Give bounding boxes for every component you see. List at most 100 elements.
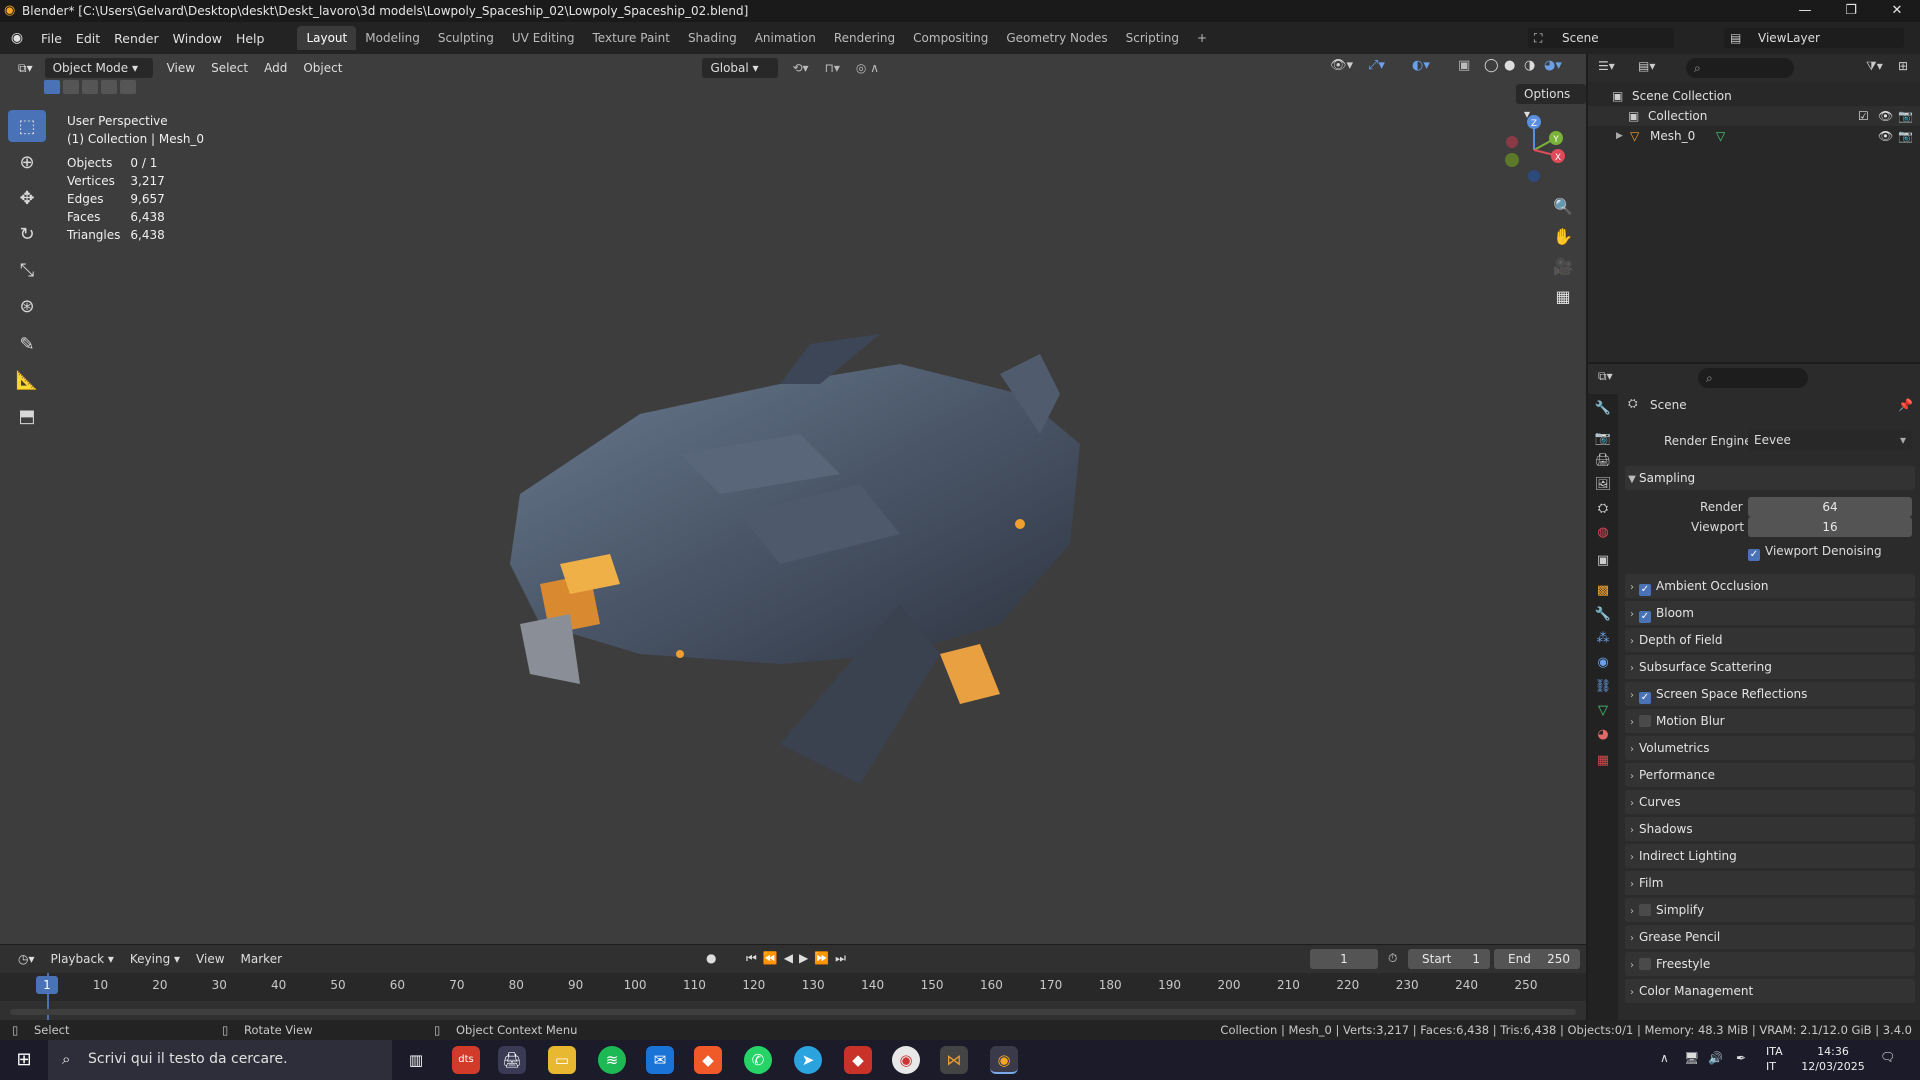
world-tab-icon[interactable]: ◍ [1592, 522, 1614, 544]
panel-enable-checkbox[interactable] [1639, 611, 1651, 623]
tab-geometry-nodes[interactable]: Geometry Nodes [997, 26, 1116, 50]
task-view-icon[interactable]: ▥ [402, 1046, 430, 1074]
timeline-scrollbar[interactable] [10, 1009, 1576, 1015]
pen-icon[interactable]: ✒ [1736, 1051, 1746, 1065]
view-layer-tab-icon[interactable]: 🖼 [1592, 474, 1614, 496]
timeline-menu-view[interactable]: View [188, 949, 232, 969]
render-samples-field[interactable]: 64 [1748, 497, 1912, 517]
camera-render-icon[interactable]: 📷 [1898, 106, 1913, 126]
scale-tool-icon[interactable]: ⤡ [8, 254, 46, 286]
stopwatch-icon[interactable]: ⏱ [1388, 951, 1397, 966]
frame-ruler[interactable]: 1 10 20 30 40 50 60 70 80 90 100 110 120 130 140 150 160… [0, 973, 1586, 1021]
physics-tab-icon[interactable]: ◉ [1592, 652, 1614, 674]
clock[interactable]: 14:36 12/03/2025 [1800, 1044, 1866, 1074]
render-tab-icon[interactable]: 📷 [1592, 428, 1614, 450]
tab-texture-paint[interactable]: Texture Paint [584, 26, 679, 50]
modifier-tab-icon[interactable]: 🔧 [1592, 604, 1614, 626]
particles-tab-icon[interactable]: ⁂ [1592, 628, 1614, 650]
filter-icon[interactable]: ⧩▾ [1866, 59, 1883, 74]
gizmo-toggle-icon[interactable]: ⤢▾ [1368, 58, 1385, 73]
panel-shadows[interactable]: › Shadows [1625, 817, 1915, 841]
panel-enable-checkbox[interactable] [1639, 584, 1651, 596]
panel-volumetrics[interactable]: › Volumetrics [1625, 736, 1915, 760]
outliner-row-collection[interactable]: ▣ Collection ☑ 👁 📷 [1588, 106, 1920, 126]
panel-subsurface-scattering[interactable]: › Subsurface Scattering [1625, 655, 1915, 679]
material-tab-icon[interactable]: ◕ [1592, 724, 1614, 746]
playback-controls[interactable]: ⏮⏪◀▶⏩⏭ [746, 951, 852, 966]
pin-icon[interactable]: 📌 [1898, 398, 1913, 412]
language-indicator[interactable]: ITA IT [1766, 1044, 1783, 1074]
outliner-editor-type-icon[interactable]: ☰▾ [1598, 59, 1615, 73]
tab-animation[interactable]: Animation [746, 26, 825, 50]
panel-depth-of-field[interactable]: › Depth of Field [1625, 628, 1915, 652]
start-frame-field[interactable]: Start 1 [1408, 949, 1490, 969]
outliner-row-scene-collection[interactable]: ▣ Scene Collection [1588, 86, 1920, 106]
viewport-menu-select[interactable]: Select [203, 58, 256, 78]
tab-modeling[interactable]: Modeling [356, 26, 429, 50]
proportional-edit-icon[interactable]: ◎ ∧ [848, 58, 887, 78]
menu-edit[interactable]: Edit [69, 31, 107, 46]
viewport-menu-add[interactable]: Add [256, 58, 295, 78]
panel-enable-checkbox[interactable] [1639, 692, 1651, 704]
panel-motion-blur[interactable]: › Motion Blur [1625, 709, 1915, 733]
zoom-icon[interactable]: 🔍 [1550, 194, 1576, 220]
select-new-icon[interactable] [44, 80, 60, 94]
snap-icon[interactable]: ⊓▾ [817, 58, 848, 78]
properties-search-input[interactable]: ⌕ [1698, 368, 1808, 388]
perspective-toggle-icon[interactable]: ▦ [1550, 284, 1576, 310]
file-explorer-icon[interactable]: ▭ [548, 1046, 576, 1074]
panel-screen-space-reflections[interactable]: › Screen Space Reflections [1625, 682, 1915, 706]
panel-indirect-lighting[interactable]: › Indirect Lighting [1625, 844, 1915, 868]
viewport-samples-field[interactable]: 16 [1748, 517, 1912, 537]
menu-render[interactable]: Render [107, 31, 166, 46]
annotate-tool-icon[interactable]: ✎ [8, 328, 46, 360]
app-icon[interactable]: ⋈ [940, 1046, 968, 1074]
viewport-menu-object[interactable]: Object [295, 58, 350, 78]
chrome-icon[interactable]: ◉ [892, 1046, 920, 1074]
tray-chevron-icon[interactable]: ∧ [1660, 1051, 1669, 1065]
panel-simplify[interactable]: › Simplify [1625, 898, 1915, 922]
spotify-icon[interactable]: ≋ [598, 1046, 626, 1074]
menu-window[interactable]: Window [166, 31, 229, 46]
navigation-gizmo[interactable]: Z Y X [1494, 110, 1574, 190]
panel-ambient-occlusion[interactable]: › Ambient Occlusion [1625, 574, 1915, 598]
network-icon[interactable]: 🖥 [1684, 1051, 1699, 1065]
tab-layout[interactable]: Layout [297, 26, 357, 50]
tab-uv-editing[interactable]: UV Editing [503, 26, 584, 50]
panel-enable-checkbox[interactable] [1639, 958, 1651, 970]
mail-icon[interactable]: ✉ [646, 1046, 674, 1074]
texture-tab-icon[interactable]: ▦ [1592, 750, 1614, 772]
brave-browser-icon[interactable]: ◆ [694, 1046, 722, 1074]
move-tool-icon[interactable]: ✥ [8, 182, 46, 214]
panel-sampling[interactable]: ▼ Sampling [1625, 466, 1915, 490]
output-tab-icon[interactable]: 🖨 [1592, 450, 1614, 472]
current-frame-field[interactable]: 1 [1310, 949, 1378, 969]
object-tab-icon[interactable]: ▩ [1592, 580, 1614, 602]
close-button[interactable]: ✕ [1874, 0, 1920, 22]
dts-app-icon[interactable]: dts [452, 1046, 480, 1074]
exclude-checkbox-icon[interactable]: ☑ [1858, 106, 1869, 126]
blender-menu-icon[interactable]: ◉ [0, 30, 34, 46]
overlay-toggle-icon[interactable]: ◐▾ [1412, 58, 1430, 73]
outliner-search-input[interactable]: ⌕ [1686, 58, 1794, 78]
solid-shading-icon[interactable]: ● [1504, 58, 1515, 73]
wireframe-shading-icon[interactable]: ◯ [1484, 58, 1499, 73]
view-layer-selector[interactable]: ▤ ViewLayer [1724, 28, 1904, 48]
select-intersect-icon[interactable] [120, 80, 136, 94]
printer-app-icon[interactable]: 🖨 [498, 1046, 526, 1074]
maximize-button[interactable]: ❐ [1828, 0, 1874, 22]
new-collection-icon[interactable]: ⊞ [1898, 59, 1908, 73]
pan-hand-icon[interactable]: ✋ [1550, 224, 1576, 250]
tab-shading[interactable]: Shading [679, 26, 746, 50]
properties-editor-type-icon[interactable]: ⧉▾ [1598, 369, 1613, 384]
expand-arrow-icon[interactable]: ▶ [1616, 126, 1623, 146]
add-workspace-icon[interactable]: + [1188, 26, 1216, 50]
menu-file[interactable]: File [34, 31, 69, 46]
transform-tool-icon[interactable]: ⊛ [8, 290, 46, 322]
notifications-icon[interactable]: 🗨 [1880, 1050, 1895, 1064]
editor-type-icon[interactable]: ⧉▾ [10, 58, 41, 78]
viewport-denoising-checkbox[interactable]: Viewport Denoising [1748, 544, 1882, 561]
record-icon[interactable]: ● [706, 951, 716, 965]
select-box-tool-icon[interactable]: ⬚ [8, 110, 46, 142]
collection-tab-icon[interactable]: ▣ [1592, 550, 1614, 572]
